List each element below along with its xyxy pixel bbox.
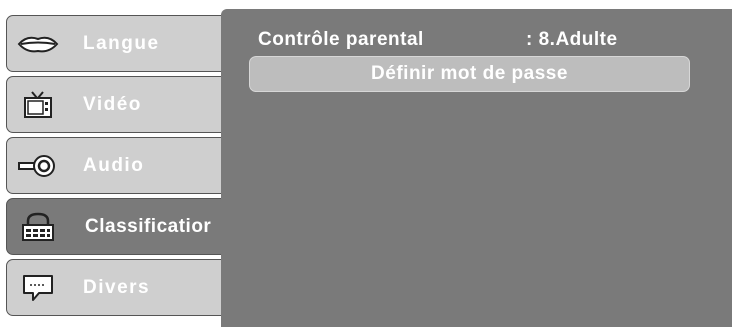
tab-divers[interactable]: Divers: [6, 259, 222, 316]
setting-label: Contrôle parental: [258, 29, 424, 50]
tab-langue[interactable]: Langue: [6, 15, 222, 72]
tab-classification[interactable]: Classificatior: [6, 198, 222, 255]
lock-icon: [17, 210, 59, 244]
tv-icon: [17, 88, 59, 122]
parental-control-row[interactable]: Contrôle parental : 8.Adulte: [258, 29, 698, 53]
setting-value: : 8.Adulte: [526, 29, 618, 50]
tab-label: Divers: [83, 276, 151, 298]
tab-label: Langue: [83, 32, 160, 54]
tab-label: Classificatior: [85, 215, 212, 237]
tab-label: Vidéo: [83, 93, 142, 115]
tab-label: Audio: [83, 154, 145, 176]
speech-bubble-icon: [17, 271, 59, 305]
disc-icon: [17, 149, 59, 183]
tab-video[interactable]: Vidéo: [6, 76, 222, 133]
menu-sidebar: Langue Vidéo Audio Classificatior Divers: [0, 0, 222, 327]
tab-audio[interactable]: Audio: [6, 137, 222, 194]
set-password-button[interactable]: Définir mot de passe: [249, 56, 690, 92]
lips-icon: [17, 27, 59, 61]
settings-panel: Contrôle parental : 8.Adulte Définir mot…: [221, 9, 732, 327]
setup-menu-screen: Langue Vidéo Audio Classificatior Divers…: [0, 0, 732, 327]
